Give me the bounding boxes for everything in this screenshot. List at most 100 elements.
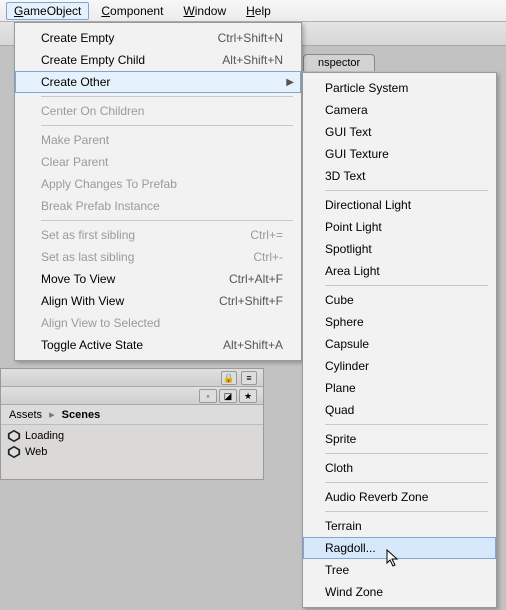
menu-item-spotlight[interactable]: Spotlight: [303, 238, 496, 260]
menubar-component[interactable]: Component: [93, 2, 171, 20]
menu-item-move-to-view[interactable]: Move To View Ctrl+Alt+F: [15, 268, 301, 290]
unity-scene-icon: [7, 429, 21, 443]
menu-item-create-other[interactable]: Create Other ▶: [15, 71, 301, 93]
menu-item-area-light[interactable]: Area Light: [303, 260, 496, 282]
asset-item-web[interactable]: Web: [3, 444, 261, 460]
menu-item-apply-changes-to-prefab: Apply Changes To Prefab: [15, 173, 301, 195]
menu-item-plane[interactable]: Plane: [303, 377, 496, 399]
menu-item-label: Capsule: [325, 337, 369, 351]
menu-item-label: Audio Reverb Zone: [325, 490, 428, 504]
asset-list: Loading Web: [1, 425, 263, 479]
menu-item-audio-reverb-zone[interactable]: Audio Reverb Zone: [303, 486, 496, 508]
menu-item-label: Directional Light: [325, 198, 411, 212]
menu-item-cube[interactable]: Cube: [303, 289, 496, 311]
menu-item-terrain[interactable]: Terrain: [303, 515, 496, 537]
asset-item-label: Loading: [25, 430, 64, 442]
menu-item-label: Break Prefab Instance: [41, 199, 160, 213]
menu-item-make-parent: Make Parent: [15, 129, 301, 151]
menubar-window[interactable]: Window: [175, 2, 234, 20]
menu-item-tree[interactable]: Tree: [303, 559, 496, 581]
menu-item-sprite[interactable]: Sprite: [303, 428, 496, 450]
menu-separator: [41, 125, 293, 126]
menu-item-label: Align View to Selected: [41, 316, 160, 330]
panel-menu-icon[interactable]: ≡: [241, 371, 257, 385]
menu-item-label: Cylinder: [325, 359, 369, 373]
menu-item-label: Camera: [325, 103, 368, 117]
menu-item-label: Cloth: [325, 461, 353, 475]
menu-item-label: Sprite: [325, 432, 356, 446]
menu-item-capsule[interactable]: Capsule: [303, 333, 496, 355]
menu-item-label: Create Empty: [41, 31, 114, 45]
menu-item-sphere[interactable]: Sphere: [303, 311, 496, 333]
menu-item-break-prefab-instance: Break Prefab Instance: [15, 195, 301, 217]
menubar: GameObject Component Window Help: [0, 0, 506, 22]
menu-separator: [325, 453, 488, 454]
menu-item-shortcut: Alt+Shift+A: [223, 338, 283, 352]
menu-item-label: GUI Texture: [325, 147, 389, 161]
menu-item-label: Clear Parent: [41, 155, 108, 169]
menu-item-wind-zone[interactable]: Wind Zone: [303, 581, 496, 603]
menu-item-label: Center On Children: [41, 104, 144, 118]
menu-item-label: Point Light: [325, 220, 382, 234]
menu-item-camera[interactable]: Camera: [303, 99, 496, 121]
menu-separator: [41, 96, 293, 97]
project-panel-tabbar: 🔒 ≡: [1, 369, 263, 387]
asset-item-loading[interactable]: Loading: [3, 428, 261, 444]
menu-separator: [325, 285, 488, 286]
menu-item-label: Set as last sibling: [41, 250, 134, 264]
breadcrumb-scenes[interactable]: Scenes: [62, 409, 101, 421]
menu-separator: [325, 511, 488, 512]
create-other-submenu: Particle System Camera GUI Text GUI Texture…: [302, 72, 497, 608]
menu-item-gui-text[interactable]: GUI Text: [303, 121, 496, 143]
menu-item-set-as-first-sibling: Set as first siblingCtrl+=: [15, 224, 301, 246]
menu-item-align-view-to-selected: Align View to Selected: [15, 312, 301, 334]
menu-item-label: Plane: [325, 381, 356, 395]
unity-scene-icon: [7, 445, 21, 459]
menu-item-directional-light[interactable]: Directional Light: [303, 194, 496, 216]
menu-item-shortcut: Ctrl+=: [250, 228, 283, 242]
menu-item-center-on-children: Center On Children: [15, 100, 301, 122]
menubar-help[interactable]: Help: [238, 2, 279, 20]
menu-item-label: Make Parent: [41, 133, 109, 147]
menu-item-cylinder[interactable]: Cylinder: [303, 355, 496, 377]
menu-item-label: Cube: [325, 293, 354, 307]
breadcrumb-assets[interactable]: Assets: [9, 409, 42, 421]
menu-item-label: Tree: [325, 563, 349, 577]
menu-item-quad[interactable]: Quad: [303, 399, 496, 421]
menu-item-3d-text[interactable]: 3D Text: [303, 165, 496, 187]
menu-item-align-with-view[interactable]: Align With View Ctrl+Shift+F: [15, 290, 301, 312]
menu-item-cloth[interactable]: Cloth: [303, 457, 496, 479]
menu-item-gui-texture[interactable]: GUI Texture: [303, 143, 496, 165]
menu-item-label: Move To View: [41, 272, 115, 286]
menu-item-create-empty-child[interactable]: Create Empty ChildAlt+Shift+N: [15, 49, 301, 71]
menu-item-shortcut: Ctrl+Alt+F: [229, 272, 283, 286]
menu-separator: [41, 220, 293, 221]
menu-item-toggle-active-state[interactable]: Toggle Active State Alt+Shift+A: [15, 334, 301, 356]
filter-labels-icon[interactable]: ◪: [219, 389, 237, 403]
menubar-gameobject[interactable]: GameObject: [6, 2, 89, 20]
menu-item-create-empty[interactable]: Create EmptyCtrl+Shift+N: [15, 27, 301, 49]
asset-item-label: Web: [25, 446, 47, 458]
menu-item-label: Align With View: [41, 294, 124, 308]
menu-item-label: Quad: [325, 403, 354, 417]
menu-item-ragdoll[interactable]: Ragdoll...: [303, 537, 496, 559]
menu-item-shortcut: Ctrl+Shift+F: [219, 294, 283, 308]
menu-item-label: Toggle Active State: [41, 338, 143, 352]
menu-item-label: Create Other: [41, 75, 110, 89]
project-panel: 🔒 ≡ ◦ ◪ ★ Assets ▸ Scenes Loading Web: [0, 368, 264, 480]
breadcrumb: Assets ▸ Scenes: [1, 405, 263, 425]
menu-item-label: Particle System: [325, 81, 408, 95]
menu-separator: [325, 190, 488, 191]
filter-favorites-icon[interactable]: ★: [239, 389, 257, 403]
chevron-right-icon: ▶: [286, 77, 294, 88]
menu-item-label: Area Light: [325, 264, 380, 278]
menu-item-clear-parent: Clear Parent: [15, 151, 301, 173]
inspector-tab[interactable]: nspector: [303, 54, 375, 71]
filter-all-icon[interactable]: ◦: [199, 389, 217, 403]
menu-item-label: Terrain: [325, 519, 362, 533]
menu-item-set-as-last-sibling: Set as last siblingCtrl+-: [15, 246, 301, 268]
panel-lock-icon[interactable]: 🔒: [221, 371, 237, 385]
menu-item-label: 3D Text: [325, 169, 365, 183]
menu-item-point-light[interactable]: Point Light: [303, 216, 496, 238]
menu-item-particle-system[interactable]: Particle System: [303, 77, 496, 99]
